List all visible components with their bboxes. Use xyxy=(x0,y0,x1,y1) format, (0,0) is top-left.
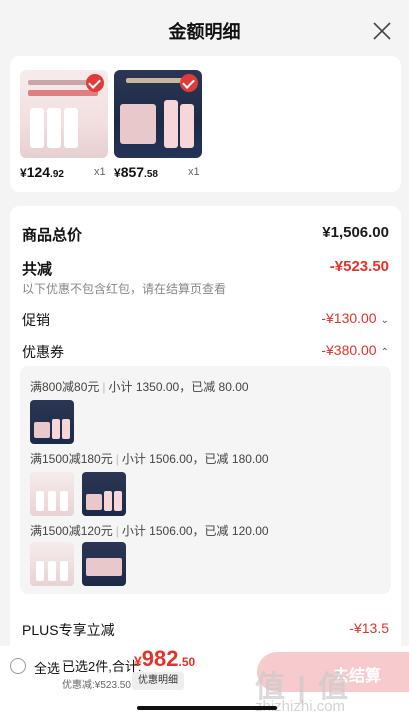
selected-count-text: 已选2件,合计: xyxy=(62,659,142,674)
plus-discount-row: PLUS专享立减 -¥13.5 xyxy=(22,620,389,640)
discount-detail-button[interactable]: 优惠明细 xyxy=(132,672,184,690)
product-quantity: x1 xyxy=(188,166,200,178)
total-amount: ¥982.50 xyxy=(134,646,196,671)
promo-value: -¥130.00 ⌄ xyxy=(321,310,389,326)
product-quantity: x1 xyxy=(94,166,106,178)
coupon-value: -¥380.00 ⌃ xyxy=(321,342,389,358)
plus-discount-value: -¥13.5 xyxy=(349,620,389,636)
coupon-product-thumb xyxy=(30,400,74,444)
coupon-label: 优惠券 xyxy=(22,344,64,360)
total-reduce-value: -¥523.50 xyxy=(329,258,389,275)
total-price-value: ¥1,506.00 xyxy=(322,224,389,241)
select-all-label[interactable]: 全选 xyxy=(34,658,60,677)
discount-text: 优惠减:¥523.50 xyxy=(62,680,131,691)
modal-header: 金额明细 xyxy=(0,0,409,52)
checked-icon xyxy=(86,74,104,92)
product-price: ¥124.92 xyxy=(20,164,64,180)
product-item[interactable]: ¥124.92 x1 xyxy=(20,70,108,180)
coupon-product-thumb xyxy=(82,472,126,516)
reduce-note: 以下优惠不包含红包，请在结算页查看 xyxy=(22,282,227,296)
promo-label: 促销 xyxy=(22,312,50,328)
chevron-up-icon: ⌃ xyxy=(380,347,389,358)
product-list: ¥124.92 x1 ¥857.58 x1 xyxy=(10,56,401,192)
product-price: ¥857.58 xyxy=(114,164,158,180)
coupon-row[interactable]: 优惠券 -¥380.00 ⌃ xyxy=(22,342,389,362)
close-icon[interactable] xyxy=(373,22,391,40)
coupon-breakdown: 满800减80元 | 小计 1350.00，已减 80.00 满1500减180元 |… xyxy=(20,366,391,594)
total-reduce-row: 共减 -¥523.50 xyxy=(22,258,389,279)
coupon-line: 满1500减180元 | 小计 1506.00，已减 180.00 xyxy=(30,452,269,466)
coupon-product-thumb xyxy=(30,542,74,586)
promo-row[interactable]: 促销 -¥130.00 ⌄ xyxy=(22,310,389,330)
coupon-product-thumb xyxy=(82,542,126,586)
product-image xyxy=(114,70,202,158)
page-title: 金额明细 xyxy=(168,22,241,42)
checked-icon xyxy=(180,74,198,92)
total-price-label: 商品总价 xyxy=(22,227,83,244)
product-image xyxy=(20,70,108,158)
total-price-row: 商品总价 ¥1,506.00 xyxy=(22,224,389,245)
select-all-radio[interactable] xyxy=(10,658,26,674)
plus-discount-label: PLUS专享立减 xyxy=(22,622,115,638)
coupon-line: 满1500减120元 | 小计 1506.00，已减 120.00 xyxy=(30,524,269,538)
home-indicator xyxy=(137,706,277,710)
amount-details: 商品总价 ¥1,506.00 共减 -¥523.50 以下优惠不包含红包，请在结… xyxy=(10,206,401,676)
chevron-down-icon: ⌄ xyxy=(380,315,389,326)
coupon-line: 满800减80元 | 小计 1350.00，已减 80.00 xyxy=(30,380,249,394)
product-item[interactable]: ¥857.58 x1 xyxy=(114,70,202,180)
total-reduce-label: 共减 xyxy=(22,261,53,278)
coupon-product-thumb xyxy=(30,472,74,516)
